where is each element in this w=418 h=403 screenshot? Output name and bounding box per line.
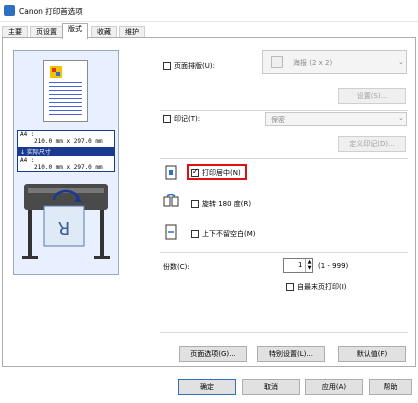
rotate-icon <box>163 194 179 207</box>
print-center-checkbox[interactable]: 打印居中(N) <box>191 167 241 178</box>
ok-button[interactable]: 确定 <box>178 379 236 395</box>
poster-layout-icon <box>271 56 283 68</box>
no-margin-check[interactable] <box>191 230 199 238</box>
output-paper-dimension-line: 210.0 mm x 297.0 mm <box>34 164 103 171</box>
chevron-down-icon: ⌄ <box>398 58 404 66</box>
output-paper-name-line: A4 : <box>20 157 35 164</box>
help-button[interactable]: 帮助 <box>369 379 412 395</box>
stamp-check[interactable] <box>163 115 171 123</box>
defaults-button[interactable]: 默认值(F) <box>338 346 406 362</box>
divider <box>160 252 408 253</box>
rotate-180-checkbox[interactable]: 旋转 180 度(R) <box>191 199 251 209</box>
window-title: Canon 打印首选项 <box>19 7 83 16</box>
cancel-button[interactable]: 取消 <box>242 379 300 395</box>
tab-strip: 主要 页设置 版式 收藏 维护 <box>0 22 418 39</box>
no-margin-icon <box>165 224 177 240</box>
rotate-180-check[interactable] <box>191 200 199 208</box>
page-layout-select[interactable]: 海报 (2 x 2) ⌄ <box>262 50 407 74</box>
tab-layout[interactable]: 版式 <box>62 23 88 39</box>
divider <box>160 158 408 159</box>
copies-range: (1 - 999) <box>318 262 349 270</box>
chevron-down-icon: ⌄ <box>398 114 404 122</box>
define-stamp-button[interactable]: 定义印记(D)... <box>338 136 406 152</box>
image-block-icon <box>50 66 62 78</box>
svg-text:R: R <box>58 217 71 238</box>
copies-label: 份数(C): <box>163 263 190 271</box>
last-page-first-checkbox[interactable]: 自最末页打印(I) <box>286 282 347 292</box>
title-bar: Canon 打印首选项 <box>0 0 418 22</box>
paper-dimension-line: 210.0 mm x 297.0 mm <box>34 138 103 145</box>
copies-input[interactable]: 1 ▲ ▼ <box>283 258 313 273</box>
divider <box>160 110 408 111</box>
paper-size-info: A4 : 210.0 mm x 297.0 mm ↓ 实际尺寸 A4 : 210… <box>17 130 115 172</box>
apply-button[interactable]: 应用(A) <box>305 379 363 395</box>
spin-arrows-icon[interactable]: ▲ ▼ <box>305 259 313 272</box>
page-layout-checkbox[interactable]: 页面排版(U): <box>163 61 215 71</box>
stamp-checkbox[interactable]: 印记(T): <box>163 114 200 124</box>
no-margin-checkbox[interactable]: 上下不留空白(M) <box>191 229 256 239</box>
actual-size-indicator: ↓ 实际尺寸 <box>18 147 114 156</box>
print-center-check[interactable] <box>191 167 199 177</box>
document-preview <box>43 60 88 122</box>
special-settings-button[interactable]: 特别设置(L)... <box>257 346 325 362</box>
stamp-select[interactable]: 保密 ⌄ <box>265 112 407 126</box>
paper-name-line: A4 : <box>20 131 35 138</box>
printer-illustration: R <box>22 184 110 259</box>
last-page-first-check[interactable] <box>286 283 294 291</box>
settings-button[interactable]: 设置(S)... <box>338 88 406 104</box>
page-layout-check[interactable] <box>163 62 171 70</box>
app-icon <box>4 5 15 16</box>
page-options-button[interactable]: 页面选项(G)... <box>179 346 247 362</box>
divider <box>160 332 408 333</box>
print-center-icon <box>165 165 177 180</box>
